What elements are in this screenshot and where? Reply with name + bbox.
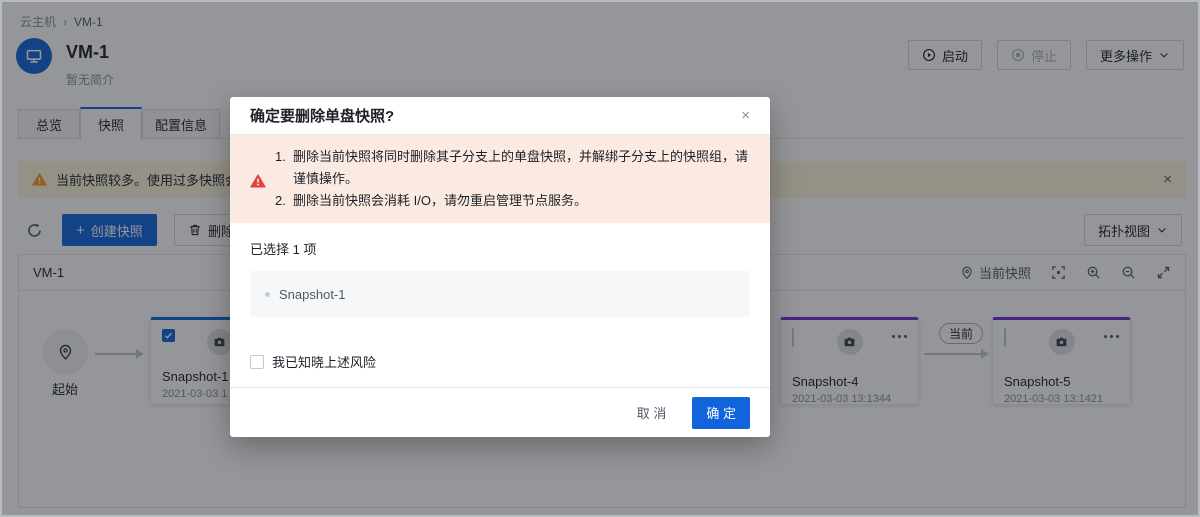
alert-item-marker: 2.	[275, 190, 293, 212]
selected-item-box: Snapshot-1	[250, 271, 750, 317]
selected-snapshot-name: Snapshot-1	[279, 287, 346, 302]
cancel-button[interactable]: 取 消	[637, 403, 667, 422]
alert-text-list: 1. 删除当前快照将同时删除其子分支上的单盘快照，并解绑子分支上的快照组，请谨慎…	[275, 146, 750, 212]
alert-item: 2. 删除当前快照会消耗 I/O，请勿重启管理节点服务。	[275, 190, 750, 212]
risk-checkbox[interactable]	[250, 355, 264, 369]
alert-item-text: 删除当前快照将同时删除其子分支上的单盘快照，并解绑子分支上的快照组，请谨慎操作。	[293, 146, 750, 190]
alert-item-text: 删除当前快照会消耗 I/O，请勿重启管理节点服务。	[293, 190, 587, 212]
bullet-icon	[265, 292, 270, 297]
risk-checkbox-label[interactable]: 我已知晓上述风险	[272, 352, 376, 371]
delete-snapshot-modal: 确定要删除单盘快照? × 1. 删除当前快照将同时删除其子分支上的单盘快照，并解…	[230, 97, 770, 437]
modal-close-icon[interactable]: ×	[741, 107, 750, 124]
risk-acknowledge-row: 我已知晓上述风险	[250, 352, 750, 371]
confirm-button[interactable]: 确 定	[692, 397, 750, 429]
modal-header: 确定要删除单盘快照? ×	[230, 97, 770, 135]
modal-body: 已选择 1 项 Snapshot-1 我已知晓上述风险	[230, 223, 770, 371]
alert-item-marker: 1.	[275, 146, 293, 190]
vm-console-window: 云主机 › VM-1 VM-1 暂无简介 启动 停止 更多操作	[0, 0, 1200, 517]
modal-footer: 取 消 确 定	[230, 387, 770, 437]
selected-count-label: 已选择 1 项	[250, 239, 750, 258]
modal-title: 确定要删除单盘快照?	[250, 105, 394, 126]
alert-item: 1. 删除当前快照将同时删除其子分支上的单盘快照，并解绑子分支上的快照组，请谨慎…	[275, 146, 750, 190]
modal-danger-alert: 1. 删除当前快照将同时删除其子分支上的单盘快照，并解绑子分支上的快照组，请谨慎…	[230, 135, 770, 223]
alert-triangle-icon	[250, 149, 266, 212]
confirm-button-label: 确 定	[706, 403, 736, 422]
